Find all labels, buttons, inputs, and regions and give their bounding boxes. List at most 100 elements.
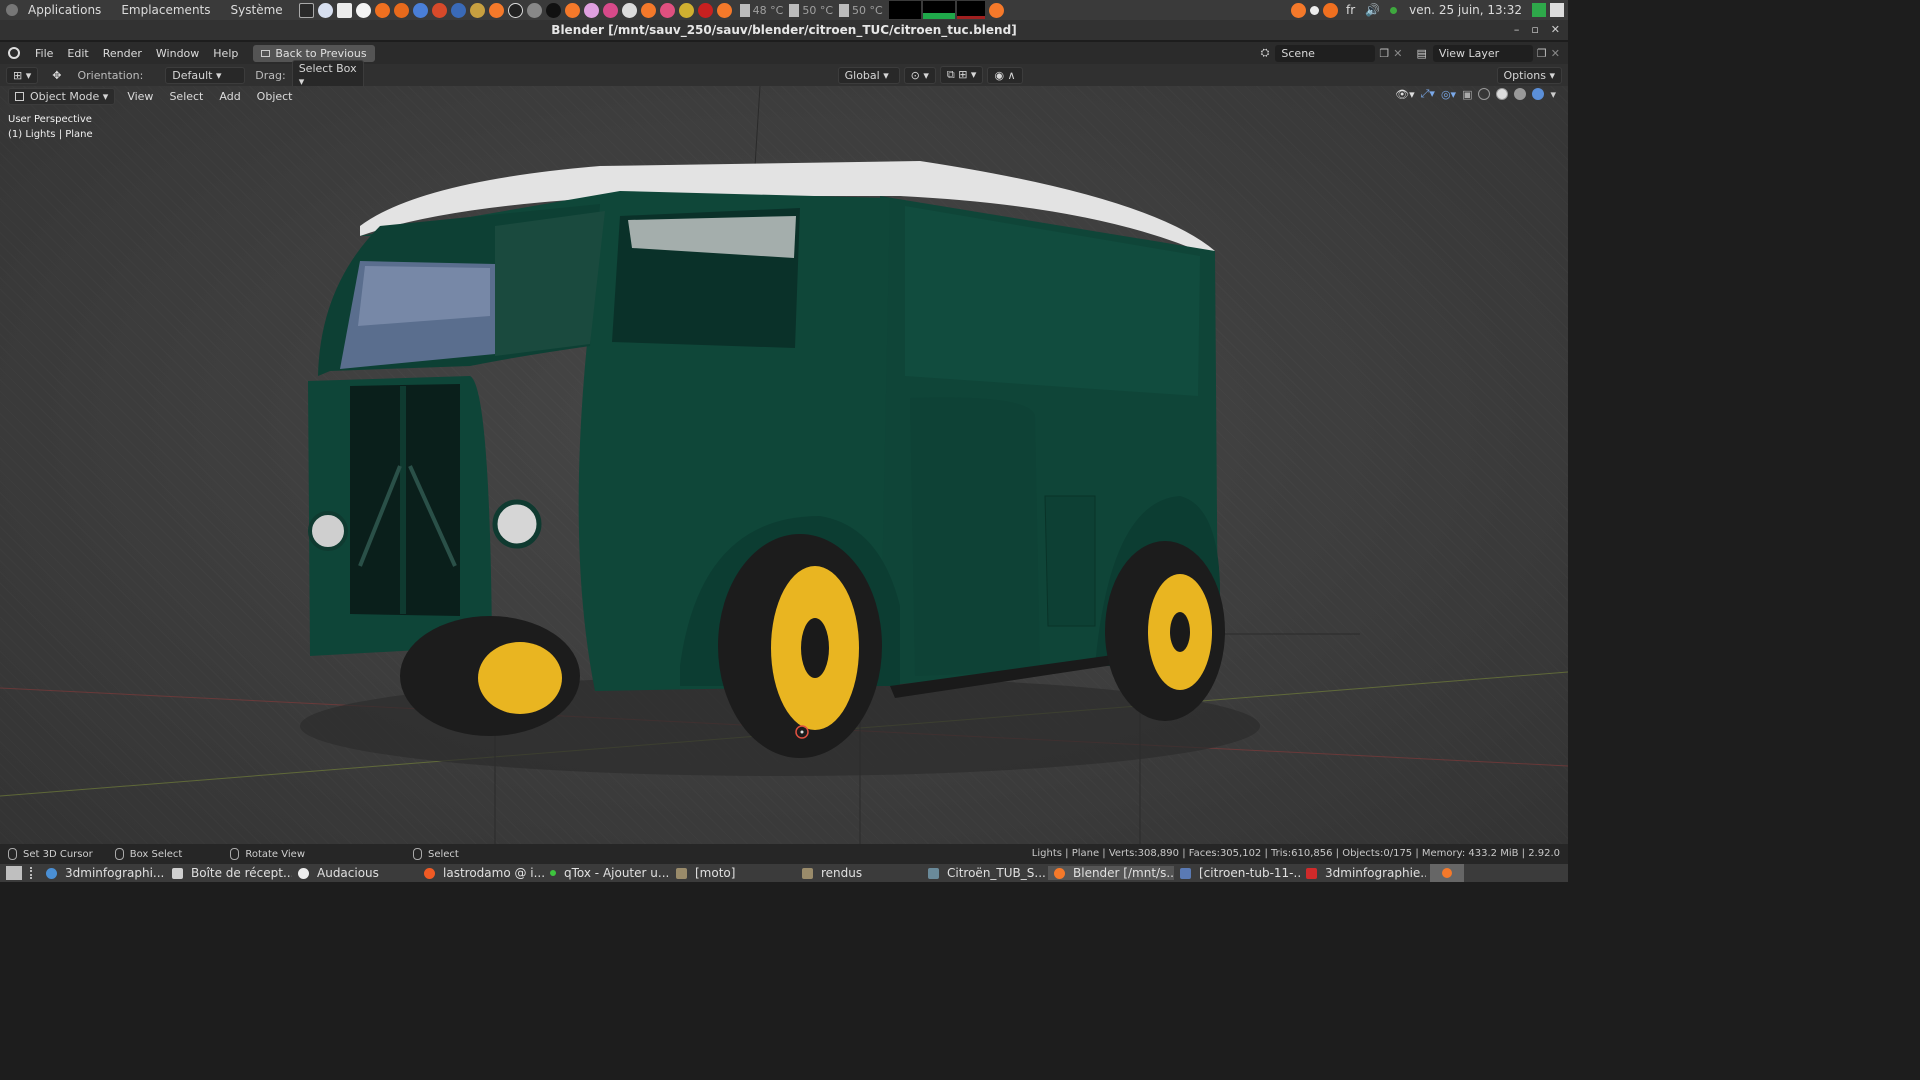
blender-logo-icon[interactable] [8,47,20,59]
task-citroen-tub-11[interactable]: [citroen-tub-11-... [1174,866,1300,880]
solid-shading-icon[interactable] [1496,88,1509,100]
task-3dminfographie-1[interactable]: 3dminfographi... [40,866,166,880]
system-menu[interactable]: Système [221,3,293,17]
new-scene-icon[interactable]: ❐ [1379,47,1389,60]
blender-launcher-icon-2[interactable] [564,2,580,18]
edit-menu[interactable]: Edit [60,47,95,60]
wireframe-shading-icon[interactable] [1478,88,1491,100]
task-qtox[interactable]: qTox - Ajouter u... [544,866,670,880]
xray-toggle-icon[interactable]: ▣ [1462,88,1472,101]
app-red-icon[interactable] [431,2,447,18]
blender-launcher-icon-3[interactable] [640,2,656,18]
gimp-icon[interactable] [469,2,485,18]
3d-viewport[interactable] [0,86,1568,844]
app-blue-icon[interactable] [450,2,466,18]
tray-app-green-icon[interactable] [1532,3,1546,17]
options-dropdown[interactable]: Options ▾ [1496,66,1562,84]
pivot-point-dropdown[interactable]: ⊙ ▾ [903,66,936,84]
collection-label: (1) Lights | Plane [8,129,93,140]
app-yellow-icon[interactable] [678,2,694,18]
blender-launcher-icon-4[interactable] [716,2,732,18]
show-desktop-icon[interactable] [6,866,22,880]
view-layer-icon[interactable]: ▤ [1417,47,1427,60]
object-menu[interactable]: Object [249,90,301,103]
filezilla-icon[interactable] [697,2,713,18]
scene-field[interactable]: Scene [1275,44,1376,62]
minimize-button[interactable]: – [1514,20,1520,40]
orientation-dropdown[interactable]: Default ▾ [165,66,246,84]
overlays-toggle-icon[interactable]: ◎▾ [1441,88,1456,101]
mode-dropdown[interactable]: Object Mode ▾ [8,87,116,105]
van-right-headlight [492,499,542,549]
inkscape-icon[interactable] [507,2,523,18]
window-menu[interactable]: Window [149,47,206,60]
proportional-edit-toggle[interactable]: ◉ ∧ [987,66,1023,84]
task-rendus-folder[interactable]: rendus [796,866,922,880]
network-status-icon[interactable] [1390,6,1398,14]
task-inbox[interactable]: Boîte de récept... [166,866,292,880]
launcher-icons[interactable] [297,2,734,18]
app-a-icon[interactable] [355,2,371,18]
app-pink-icon[interactable] [583,2,599,18]
settings-tray-icon[interactable] [1309,5,1319,15]
terminal-icon[interactable] [298,2,314,18]
blender-tray-task-icon[interactable] [1430,864,1464,882]
editor-type-dropdown[interactable]: ⊞ ▾ [6,66,39,84]
network-graph [956,1,985,19]
task-blender[interactable]: Blender [/mnt/s... [1048,866,1174,880]
task-moto-folder[interactable]: [moto] [670,866,796,880]
new-view-layer-icon[interactable]: ❐ [1537,47,1547,60]
remove-scene-icon[interactable]: ✕ [1393,47,1402,60]
shading-options-icon[interactable]: ▾ [1550,88,1556,101]
files-icon[interactable] [336,2,352,18]
maximize-button[interactable]: ▫ [1531,20,1538,40]
app-x-icon[interactable] [374,2,390,18]
app-grey-icon[interactable] [526,2,542,18]
system-logo-icon[interactable] [6,4,18,16]
file-menu[interactable]: File [28,47,60,60]
transform-tool-icon[interactable]: ✥ [52,69,61,82]
view-menu[interactable]: View [119,90,161,103]
gizmo-toggle-icon[interactable]: ⤢▾ [1421,87,1435,101]
close-button[interactable]: ✕ [1551,20,1560,40]
app-pink-2-icon[interactable] [659,2,675,18]
rendered-shading-icon[interactable] [1532,88,1545,100]
visibility-icon[interactable]: 👁▾ [1395,88,1415,101]
chromium-icon[interactable] [412,2,428,18]
task-lastrodamo[interactable]: lastrodamo @ i... [418,866,544,880]
scene-icon[interactable]: ⛭ [1261,46,1270,60]
select-menu[interactable]: Select [161,90,211,103]
task-audacious[interactable]: Audacious [292,866,418,880]
app-tray-icon[interactable] [1322,2,1338,18]
audacious-task-icon [298,867,309,879]
mouse-middle-icon [230,848,240,860]
skull-icon[interactable] [621,2,637,18]
volume-icon[interactable]: 🔊 [1365,3,1380,17]
keyboard-layout[interactable]: fr [1346,3,1355,17]
task-3dminfographie-2[interactable]: 3dminfographie... [1300,866,1426,880]
remove-view-layer-icon[interactable]: ✕ [1551,47,1560,60]
snap-toggle[interactable]: ⧉ ⊞ ▾ [939,66,984,84]
view-layer-field[interactable]: View Layer [1432,44,1533,62]
blender-launcher-icon[interactable] [488,2,504,18]
blender-tray-icon[interactable] [988,2,1004,18]
browser-icon[interactable] [317,2,333,18]
clock[interactable]: ven. 25 juin, 13:32 [1409,3,1522,17]
blender-tray-icon-2[interactable] [1290,2,1306,18]
places-menu[interactable]: Emplacements [111,3,220,17]
viewport-scene [0,86,1568,844]
app-black-icon[interactable] [545,2,561,18]
material-shading-icon[interactable] [1514,88,1527,100]
help-menu[interactable]: Help [206,47,245,60]
firefox-icon[interactable] [393,2,409,18]
transform-orientation-dropdown[interactable]: Global ▾ [837,66,900,84]
perspective-label: User Perspective [8,114,92,125]
task-citroen-tub[interactable]: Citroën_TUB_S... [922,866,1048,880]
back-to-previous-button[interactable]: Back to Previous [253,44,375,62]
taskbar-grip-icon [30,867,32,879]
add-menu[interactable]: Add [211,90,248,103]
tray-app-grey-icon[interactable] [1550,3,1564,17]
render-menu[interactable]: Render [96,47,149,60]
app-multi-icon[interactable] [602,2,618,18]
applications-menu[interactable]: Applications [18,3,111,17]
